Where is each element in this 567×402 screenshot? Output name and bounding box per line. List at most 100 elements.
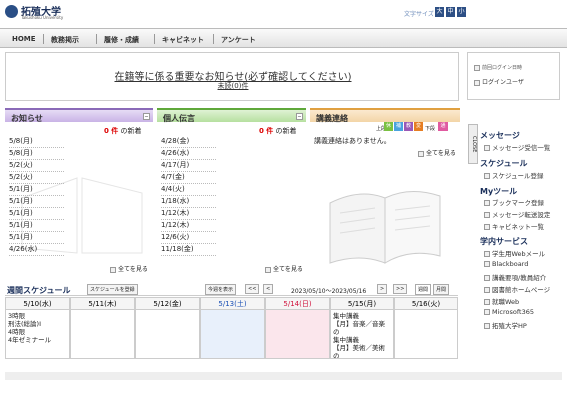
webmail-link[interactable]: 学生用Webメール xyxy=(484,248,545,258)
kogi-tab-kyuko[interactable]: 休 xyxy=(384,122,393,131)
dengon-list-item[interactable]: 4/26(水) xyxy=(161,148,216,160)
schedule-day-header[interactable]: 5/15(月) xyxy=(330,297,394,310)
dengon-new-suffix: の新着 xyxy=(273,127,297,135)
kogi-tab-henko[interactable]: 変 xyxy=(414,122,423,131)
schedule-register-button[interactable]: スケジュールを登録 xyxy=(87,284,138,295)
schedule-day-cell[interactable] xyxy=(135,310,200,359)
takushoku-hp-link[interactable]: 拓殖大学HP xyxy=(484,320,527,330)
last-login-label: 前回ログイン日時 xyxy=(474,64,522,71)
oshirase-header: お知らせ − xyxy=(5,108,153,123)
font-size-large-button[interactable]: 大 xyxy=(435,7,444,17)
career-web-label: 就職Web xyxy=(492,298,520,306)
user-icon xyxy=(474,79,480,86)
oshirase-list-item[interactable]: 5/1(月) xyxy=(9,232,64,244)
dengon-list-item[interactable]: 1/12(木) xyxy=(161,208,216,220)
oshirase-see-all[interactable]: 全てを見る xyxy=(110,264,148,273)
minimize-icon[interactable]: − xyxy=(143,113,150,120)
oshirase-list-item[interactable]: 4/26(水) xyxy=(9,244,64,256)
schedule-day-cell[interactable]: 集中講義 【月】音楽／音楽の 集中講義 【月】美術／美術の xyxy=(330,310,394,359)
kogi-tab-hoko[interactable]: 補 xyxy=(394,122,403,131)
schedule-day-header[interactable]: 5/10(水) xyxy=(5,297,70,310)
oshirase-title: お知らせ xyxy=(11,114,43,123)
oshirase-list-item[interactable]: 5/2(火) xyxy=(9,172,64,184)
dengon-list-item[interactable]: 1/12(木) xyxy=(161,220,216,232)
dengon-list-item[interactable]: 4/28(金) xyxy=(161,136,216,148)
bookmark-register-link[interactable]: ブックマーク登録 xyxy=(484,197,544,207)
schedule-day-header[interactable]: 5/12(金) xyxy=(135,297,200,310)
menu-separator xyxy=(154,34,155,44)
kogi-tab-tsuchi[interactable]: 通 xyxy=(438,122,448,131)
next-month-button[interactable]: >> xyxy=(393,284,408,294)
dengon-list-item[interactable]: 11/18(金) xyxy=(161,244,216,256)
dengon-list-item[interactable]: 12/6(火) xyxy=(161,232,216,244)
dengon-list-item[interactable]: 1/18(水) xyxy=(161,196,216,208)
oshirase-list-item[interactable]: 5/8(月) xyxy=(9,136,64,148)
menu-survey[interactable]: アンケート xyxy=(221,35,256,45)
schedule-day-cell[interactable] xyxy=(200,310,265,359)
prev-month-button[interactable]: << xyxy=(245,284,260,294)
dengon-list-item[interactable]: 4/4(火) xyxy=(161,184,216,196)
dengon-see-all-label: 全てを見る xyxy=(273,266,303,273)
library-link[interactable]: 図書館ホームページ xyxy=(484,284,550,294)
mytool-header: Myツール xyxy=(480,187,518,196)
monthly-view-button[interactable]: 月間 xyxy=(433,284,450,295)
info-icon xyxy=(474,64,480,71)
university-logo xyxy=(5,5,18,18)
menu-cabinet[interactable]: キャビネット xyxy=(162,35,204,45)
unread-count-link[interactable]: 未読(0)件 xyxy=(6,81,460,91)
oshirase-list-item[interactable]: 5/1(月) xyxy=(9,220,64,232)
font-size-small-button[interactable]: 小 xyxy=(457,7,466,17)
cabinet-list-link[interactable]: キャビネット一覧 xyxy=(484,221,544,231)
dengon-see-all[interactable]: 全てを見る xyxy=(265,264,303,273)
prev-week-button[interactable]: < xyxy=(263,284,274,294)
message-forward-link[interactable]: メッセージ転送設定 xyxy=(484,209,550,219)
login-info-box: 前回ログイン日時 ログインユーザ xyxy=(467,52,560,100)
show-this-week-button[interactable]: 今週を表示 xyxy=(205,284,237,295)
oshirase-list-item[interactable]: 5/8(月) xyxy=(9,148,64,160)
career-web-link[interactable]: 就職Web xyxy=(484,296,519,306)
menu-separator xyxy=(43,34,44,44)
message-inbox-link[interactable]: メッセージ受信一覧 xyxy=(484,142,550,152)
schedule-day-cell[interactable] xyxy=(394,310,458,359)
oshirase-list-item[interactable]: 5/1(月) xyxy=(9,196,64,208)
dengon-list-item[interactable]: 4/17(月) xyxy=(161,160,216,172)
oshirase-list-item[interactable]: 5/2(火) xyxy=(9,160,64,172)
menu-kyomu-keiji[interactable]: 教務掲示 xyxy=(51,35,79,45)
link-icon xyxy=(484,173,490,179)
kogi-tab-kyoshitsu[interactable]: 教 xyxy=(404,122,413,131)
schedule-day-header[interactable]: 5/11(木) xyxy=(70,297,135,310)
dengon-list-item[interactable]: 4/7(金) xyxy=(161,172,216,184)
library-label: 図書館ホームページ xyxy=(492,286,551,294)
syllabus-link[interactable]: 講義要項/教員紹介 xyxy=(484,272,546,282)
minimize-icon[interactable]: − xyxy=(296,113,303,120)
menu-rishu-seiseki[interactable]: 履修・成績 xyxy=(104,35,139,45)
oshirase-new-suffix: の新着 xyxy=(118,127,142,135)
schedule-day-cell[interactable]: 3時限 刑法(総論)Ⅰ 4時限 4年ゼミナール xyxy=(5,310,70,359)
kogi-see-all[interactable]: 全てを見る xyxy=(418,148,456,157)
message-header: メッセージ xyxy=(480,131,520,140)
menu-home[interactable]: HOME xyxy=(12,35,36,43)
weekly-view-button[interactable]: 週間 xyxy=(415,284,432,295)
schedule-day-header[interactable]: 5/16(火) xyxy=(394,297,458,310)
campus-service-header: 学内サービス xyxy=(480,237,528,246)
webmail-label: 学生用Webメール xyxy=(492,250,546,258)
dengon-new-unit: 件 xyxy=(263,127,274,135)
next-week-button[interactable]: > xyxy=(377,284,388,294)
microsoft365-link[interactable]: Microsoft365 xyxy=(484,308,534,316)
link-icon xyxy=(484,224,490,230)
schedule-day-cell[interactable] xyxy=(265,310,330,359)
schedule-register-label: スケジュール登録 xyxy=(492,172,544,180)
font-size-medium-button[interactable]: 中 xyxy=(446,7,455,17)
schedule-day-header[interactable]: 5/14(日) xyxy=(265,297,330,310)
close-sidebar-tab[interactable]: CLOSE xyxy=(468,124,478,164)
blackboard-link[interactable]: Blackboard xyxy=(484,260,528,268)
kogi-title: 講義連絡 xyxy=(316,114,348,123)
schedule-register-link[interactable]: スケジュール登録 xyxy=(484,170,544,180)
schedule-day-cell[interactable] xyxy=(70,310,135,359)
arrow-icon xyxy=(110,266,116,273)
schedule-day-header[interactable]: 5/13(土) xyxy=(200,297,265,310)
oshirase-list-item[interactable]: 5/1(月) xyxy=(9,208,64,220)
oshirase-list-item[interactable]: 5/1(月) xyxy=(9,184,64,196)
kogi-nav-next[interactable]: 下段 xyxy=(425,125,435,132)
kogi-header: 講義連絡 xyxy=(310,108,460,123)
